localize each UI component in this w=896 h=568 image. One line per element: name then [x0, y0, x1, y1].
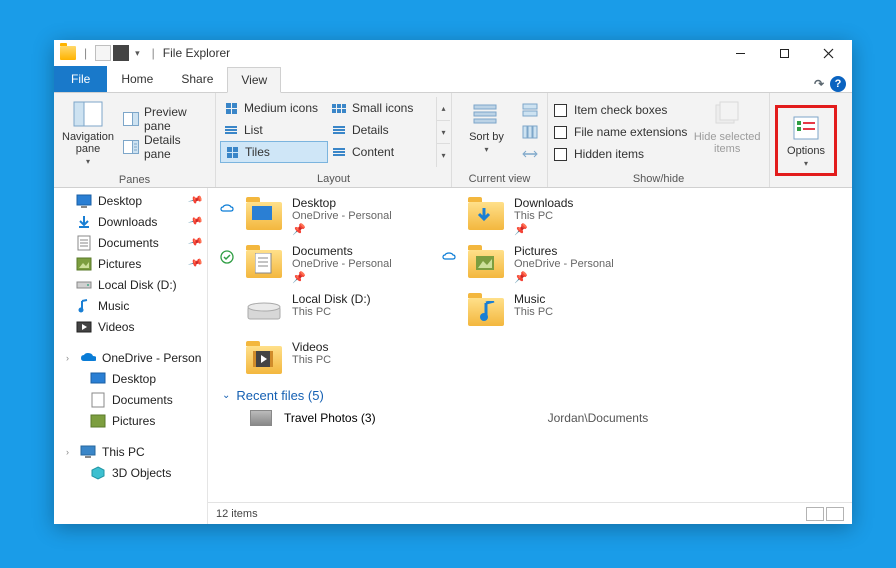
preview-pane-label: Preview pane	[144, 105, 206, 133]
chevron-right-icon: ›	[66, 447, 74, 457]
tile-documents[interactable]: DocumentsOneDrive - Personal📌	[214, 240, 436, 288]
tab-file[interactable]: File	[54, 66, 107, 92]
sidebar-item-pictures[interactable]: Pictures📌	[54, 253, 207, 274]
preview-pane-button[interactable]: Preview pane	[120, 108, 209, 130]
tab-view[interactable]: View	[227, 67, 281, 93]
window-title: File Explorer	[163, 46, 230, 60]
ribbon-tabs: File Home Share View ↷ ?	[54, 66, 852, 92]
group-by-button[interactable]	[519, 99, 541, 121]
pin-icon: 📌	[187, 235, 203, 251]
pin-icon: 📌	[514, 223, 573, 236]
sidebar-item-music[interactable]: Music	[54, 295, 207, 316]
separator: |	[152, 46, 155, 60]
sidebar-item-onedrive[interactable]: ›OneDrive - Person	[54, 347, 207, 368]
sidebar-item-videos[interactable]: Videos	[54, 316, 207, 337]
sidebar-item-desktop[interactable]: Desktop📌	[54, 190, 207, 211]
layout-small-icons[interactable]: Small icons	[328, 97, 436, 119]
synced-icon	[220, 250, 234, 264]
title-bar: | ▾ | File Explorer	[54, 40, 852, 66]
chevron-right-icon: ›	[66, 353, 74, 363]
maximize-button[interactable]	[762, 40, 806, 66]
qat-button-2[interactable]	[113, 45, 129, 61]
sidebar-item-localdisk[interactable]: Local Disk (D:)	[54, 274, 207, 295]
pin-icon: 📌	[514, 271, 614, 284]
pin-icon: 📌	[292, 271, 392, 284]
details-pane-button[interactable]: Details pane	[120, 136, 209, 158]
pin-icon: 📌	[187, 193, 203, 209]
add-columns-button[interactable]	[519, 121, 541, 143]
item-count: 12 items	[216, 508, 258, 520]
pin-icon: 📌	[187, 214, 203, 230]
size-columns-button[interactable]	[519, 143, 541, 165]
sidebar-item-od-pictures[interactable]: Pictures	[54, 410, 207, 431]
status-bar: 12 items	[208, 502, 852, 524]
view-details-icon[interactable]	[806, 507, 824, 521]
layout-tiles[interactable]: Tiles	[220, 141, 328, 163]
navigation-pane-label: Navigation pane	[62, 131, 114, 155]
tile-localdisk[interactable]: Local Disk (D:)This PC	[214, 288, 436, 336]
panes-group-label: Panes	[54, 172, 215, 188]
qat-dropdown-icon[interactable]: ▾	[135, 48, 140, 59]
recent-file-name: Travel Photos (3)	[284, 411, 376, 425]
item-check-boxes-toggle[interactable]: Item check boxes	[554, 99, 687, 121]
current-view-group-label: Current view	[452, 171, 547, 187]
minimize-ribbon-icon[interactable]: ↷	[814, 77, 824, 91]
chevron-down-icon: ▾	[804, 159, 808, 168]
tile-music[interactable]: MusicThis PC	[436, 288, 658, 336]
details-pane-label: Details pane	[144, 133, 206, 161]
options-highlight: Options ▾	[775, 105, 837, 176]
sidebar-item-documents[interactable]: Documents📌	[54, 232, 207, 253]
checkbox-icon	[554, 126, 567, 139]
app-icon	[60, 46, 76, 60]
sidebar-item-od-desktop[interactable]: Desktop	[54, 368, 207, 389]
checkbox-icon	[554, 104, 567, 117]
options-button[interactable]: Options ▾	[780, 111, 832, 170]
qat-button-1[interactable]	[95, 45, 111, 61]
ribbon-view: Navigation pane ▾ Preview pane Details p…	[54, 92, 852, 188]
pin-icon: 📌	[187, 256, 203, 272]
separator: |	[84, 46, 87, 60]
quick-access-toolbar: | ▾ |	[56, 45, 161, 61]
navigation-sidebar: Desktop📌 Downloads📌 Documents📌 Pictures📌…	[54, 188, 208, 524]
navigation-pane-button[interactable]: Navigation pane ▾	[60, 97, 116, 168]
file-name-extensions-toggle[interactable]: File name extensions	[554, 121, 687, 143]
tab-home[interactable]: Home	[107, 66, 167, 92]
show-hide-group-label: Show/hide	[548, 171, 769, 187]
close-button[interactable]	[806, 40, 850, 66]
recent-file-path: Jordan\Documents	[548, 411, 649, 425]
chevron-down-icon: ▾	[86, 157, 90, 166]
chevron-down-icon: ▾	[484, 145, 488, 154]
sidebar-item-downloads[interactable]: Downloads📌	[54, 211, 207, 232]
file-explorer-window: | ▾ | File Explorer File Home Share View…	[54, 40, 852, 524]
tile-downloads[interactable]: DownloadsThis PC📌	[436, 192, 658, 240]
tile-desktop[interactable]: DesktopOneDrive - Personal📌	[214, 192, 436, 240]
tile-pictures[interactable]: PicturesOneDrive - Personal📌	[436, 240, 658, 288]
hidden-items-toggle[interactable]: Hidden items	[554, 143, 687, 165]
chevron-down-icon: ⌄	[222, 390, 230, 401]
layout-scroll[interactable]: ▴▾▾	[436, 97, 450, 167]
pin-icon: 📌	[292, 223, 392, 236]
layout-list[interactable]: List	[220, 119, 328, 141]
image-file-icon	[250, 410, 272, 426]
layout-content[interactable]: Content	[328, 141, 436, 163]
tile-videos[interactable]: VideosThis PC	[214, 336, 436, 384]
view-large-icons-icon[interactable]	[826, 507, 844, 521]
sidebar-item-thispc[interactable]: ›This PC	[54, 441, 207, 462]
minimize-button[interactable]	[718, 40, 762, 66]
layout-medium-icons[interactable]: Medium icons	[220, 97, 328, 119]
main-content: DesktopOneDrive - Personal📌 DownloadsThi…	[208, 188, 852, 524]
checkbox-icon	[554, 148, 567, 161]
help-icon[interactable]: ?	[830, 76, 846, 92]
layout-group-label: Layout	[216, 171, 451, 187]
cloud-sync-icon	[220, 202, 234, 216]
sidebar-item-3dobjects[interactable]: 3D Objects	[54, 462, 207, 483]
layout-details[interactable]: Details	[328, 119, 436, 141]
tab-share[interactable]: Share	[167, 66, 227, 92]
recent-files-header[interactable]: ⌄ Recent files (5)	[214, 384, 846, 407]
recent-file-item[interactable]: Travel Photos (3) Jordan\Documents	[214, 407, 846, 429]
hide-selected-items-button: Hide selected items	[691, 97, 763, 167]
sidebar-item-od-documents[interactable]: Documents	[54, 389, 207, 410]
sort-by-button[interactable]: Sort by ▾	[458, 97, 515, 167]
cloud-sync-icon	[442, 250, 456, 264]
